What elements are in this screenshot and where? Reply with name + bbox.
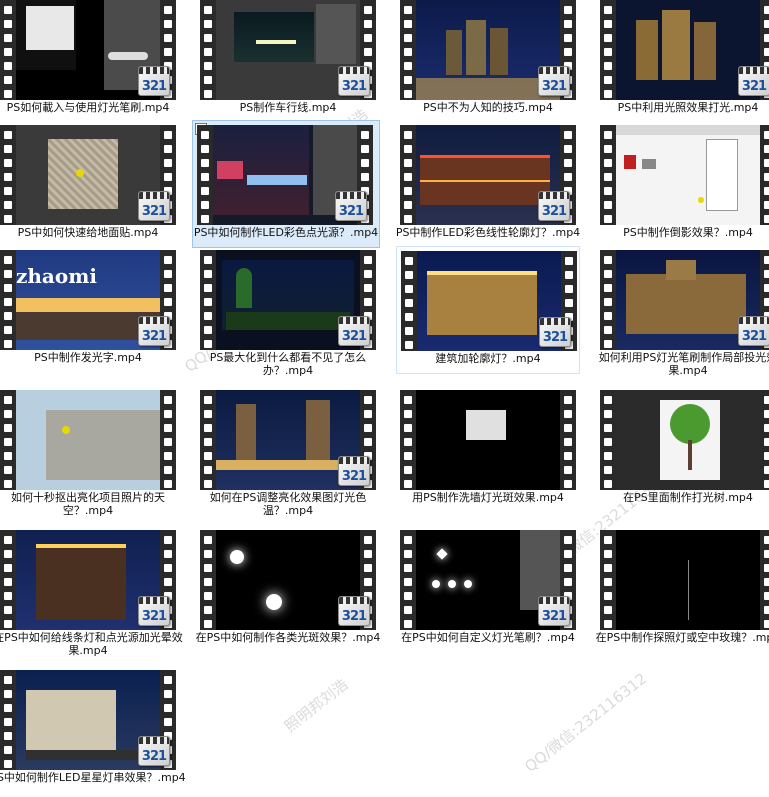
file-item[interactable]: PS中制作倒影效果？.mp4 — [596, 125, 769, 252]
video-player-icon: 321 — [138, 736, 170, 766]
file-name: PS中如何制作LED彩色点光源？.mp4 — [193, 226, 379, 239]
file-name: PS制作车行线.mp4 — [239, 101, 337, 114]
file-name: 如何十秒抠出亮化项目照片的天空？.mp4 — [11, 491, 165, 517]
video-thumbnail: 321 — [400, 530, 576, 630]
file-item[interactable]: 321 PS中不为人知的技巧.mp4 — [396, 0, 580, 127]
video-thumbnail: 321 — [0, 0, 176, 100]
file-item-selected[interactable]: 321 PS中如何制作LED彩色点光源？.mp4 — [192, 120, 380, 248]
video-thumbnail: 321 — [200, 390, 376, 490]
file-item[interactable]: 321 PS中如何制作LED星星灯串效果？.mp4 — [0, 670, 186, 797]
file-item[interactable]: 用PS制作洗墙灯光斑效果.mp4 — [396, 390, 580, 517]
file-item[interactable]: zhaomi 321 PS中制作发光字.mp4 — [0, 250, 180, 377]
file-name: 如何在PS调整亮化效果图灯光色温？.mp4 — [209, 491, 367, 517]
file-name: PS最大化到什么都看不见了怎么办？.mp4 — [209, 351, 367, 377]
file-name: PS如何載入与使用灯光笔刷.mp4 — [6, 101, 170, 114]
video-thumbnail: 321 — [400, 125, 576, 225]
video-thumbnail: 321 — [0, 530, 176, 630]
video-player-icon: 321 — [138, 596, 170, 626]
file-item[interactable]: 321 PS中如何快速给地面贴.mp4 — [0, 125, 180, 252]
video-player-icon: 321 — [538, 596, 570, 626]
file-item[interactable]: 321 在PS中如何制作各类光斑效果？.mp4 — [196, 530, 380, 657]
video-thumbnail: 321 — [401, 251, 577, 351]
file-item[interactable]: 321 PS中制作LED彩色线性轮廓灯？.mp4 — [396, 125, 580, 252]
file-name: 在PS中如何制作各类光斑效果？.mp4 — [195, 631, 381, 644]
file-item[interactable]: 321 在PS中如何自定义灯光笔刷？.mp4 — [396, 530, 580, 657]
file-name: 在PS中制作探照灯或空中玫瑰？.mp4 — [595, 631, 769, 644]
file-item[interactable]: 321 在PS中如何给线条灯和点光源加光晕效果.mp4 — [0, 530, 183, 657]
video-thumbnail: 321 — [0, 125, 176, 225]
video-player-icon: 321 — [538, 191, 570, 221]
video-thumbnail — [400, 390, 576, 490]
file-item[interactable]: 321 PS中利用光照效果打光.mp4 — [596, 0, 769, 127]
file-name: 用PS制作洗墙灯光斑效果.mp4 — [412, 491, 564, 504]
file-item[interactable]: 321 如何利用PS灯光笔刷制作局部投光效果.mp4 — [596, 250, 769, 377]
watermark: 照明邦刘浩 — [281, 675, 352, 736]
file-item[interactable]: 321 如何在PS调整亮化效果图灯光色温？.mp4 — [196, 390, 380, 517]
video-player-icon: 321 — [539, 317, 571, 347]
video-player-icon: 321 — [138, 66, 170, 96]
file-name: 在PS中如何自定义灯光笔刷？.mp4 — [401, 631, 575, 644]
file-name: PS中制作发光字.mp4 — [34, 351, 142, 364]
file-name: PS中如何快速给地面贴.mp4 — [17, 226, 159, 239]
file-item[interactable]: 在PS中制作探照灯或空中玫瑰？.mp4 — [596, 530, 769, 657]
sign-text: zhaomi — [16, 264, 97, 288]
video-player-icon: 321 — [138, 191, 170, 221]
video-thumbnail — [0, 390, 176, 490]
video-thumbnail: 321 — [197, 125, 373, 225]
file-name: 在PS中如何给线条灯和点光源加光晕效果.mp4 — [0, 631, 183, 657]
video-thumbnail: 321 — [200, 530, 376, 630]
file-name: 在PS里面制作打光树.mp4 — [623, 491, 753, 504]
file-name: 如何利用PS灯光笔刷制作局部投光效果.mp4 — [598, 351, 769, 377]
video-player-icon: 321 — [738, 316, 769, 346]
video-player-icon: 321 — [738, 66, 769, 96]
file-item[interactable]: 321 PS最大化到什么都看不见了怎么办？.mp4 — [196, 250, 380, 377]
video-thumbnail — [600, 390, 769, 490]
video-player-icon: 321 — [338, 596, 370, 626]
video-thumbnail: 321 — [400, 0, 576, 100]
video-thumbnail: 321 — [600, 250, 769, 350]
file-name: PS中制作LED彩色线性轮廓灯？.mp4 — [395, 226, 581, 239]
video-thumbnail: 321 — [200, 250, 376, 350]
file-name: PS中不为人知的技巧.mp4 — [423, 101, 553, 114]
video-thumbnail: 321 — [200, 0, 376, 100]
file-item[interactable]: 321 PS如何載入与使用灯光笔刷.mp4 — [0, 0, 180, 127]
video-player-icon: 321 — [335, 191, 367, 221]
file-name: PS中制作倒影效果？.mp4 — [623, 226, 753, 239]
file-name: PS中利用光照效果打光.mp4 — [617, 101, 759, 114]
file-name: PS中如何制作LED星星灯串效果？.mp4 — [0, 771, 186, 784]
watermark: QQ/微信:232116312 — [521, 669, 651, 776]
file-name: 建筑加轮廓灯？.mp4 — [435, 352, 541, 365]
video-player-icon: 321 — [338, 456, 370, 486]
video-player-icon: 321 — [138, 316, 170, 346]
video-thumbnail — [600, 125, 769, 225]
video-thumbnail: 321 — [600, 0, 769, 100]
video-thumbnail: 321 — [0, 670, 176, 770]
file-item[interactable]: 在PS里面制作打光树.mp4 — [596, 390, 769, 517]
file-item[interactable]: 321 PS制作车行线.mp4 — [196, 0, 380, 127]
video-thumbnail — [600, 530, 769, 630]
video-thumbnail: zhaomi 321 — [0, 250, 176, 350]
file-item[interactable]: 321 建筑加轮廓灯？.mp4 — [396, 246, 580, 374]
video-player-icon: 321 — [338, 316, 370, 346]
file-item[interactable]: 如何十秒抠出亮化项目照片的天空？.mp4 — [0, 390, 180, 517]
video-player-icon: 321 — [538, 66, 570, 96]
video-player-icon: 321 — [338, 66, 370, 96]
